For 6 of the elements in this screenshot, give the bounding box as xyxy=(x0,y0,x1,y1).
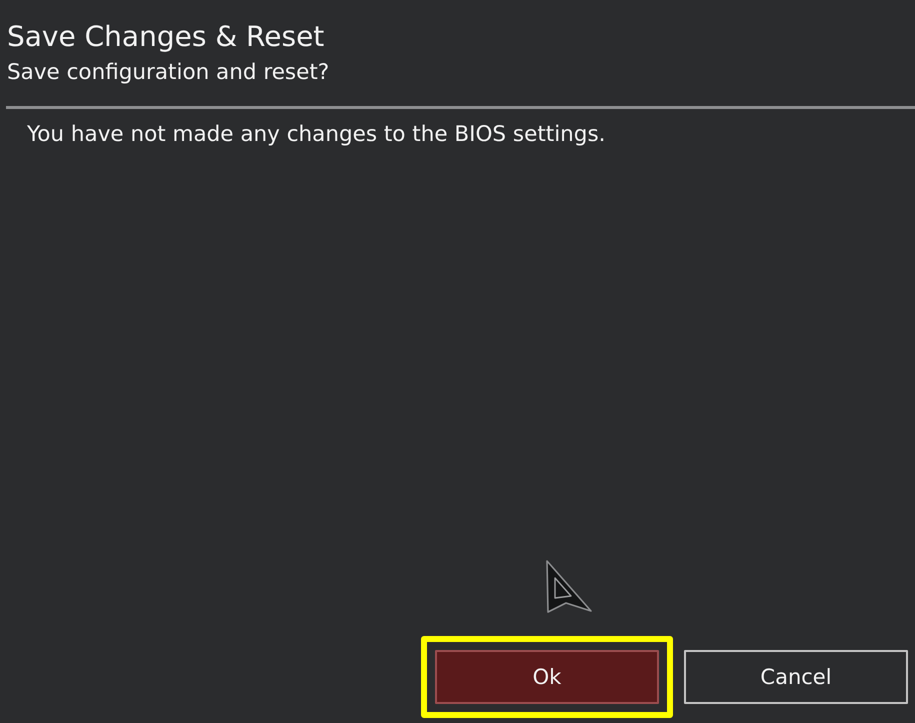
dialog-subtitle: Save configuration and reset? xyxy=(7,59,330,87)
dialog-button[interactable]: Cancel xyxy=(684,650,908,704)
dialog-message: You have not made any changes to the BIOS settings. xyxy=(26,121,606,149)
dialog-button[interactable]: Ok xyxy=(435,650,659,704)
cursor-icon xyxy=(545,560,593,614)
dialog-title: Save Changes & Reset xyxy=(7,19,324,55)
